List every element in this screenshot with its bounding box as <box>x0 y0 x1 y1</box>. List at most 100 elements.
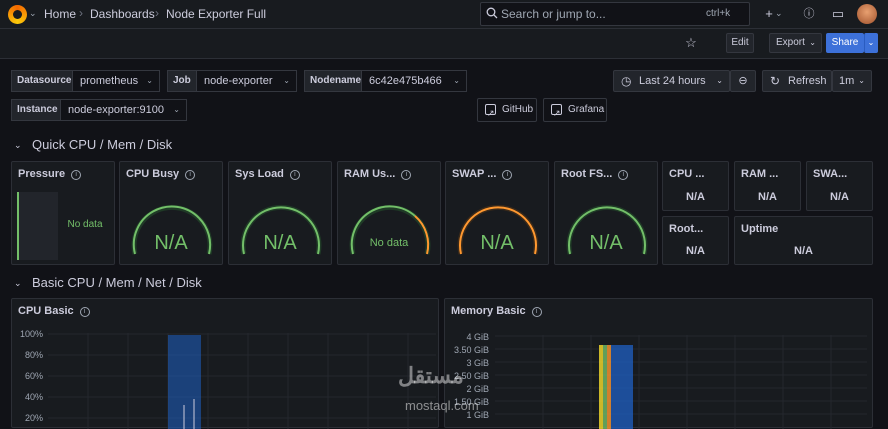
pressure-bar <box>17 192 58 260</box>
graph-series-band <box>611 345 633 429</box>
gauge-value: N/A <box>589 232 623 254</box>
help-icon[interactable]: ⓘ <box>800 5 818 23</box>
user-avatar[interactable] <box>857 4 877 24</box>
panel-sys-load[interactable]: Sys Load i N/A <box>228 161 332 265</box>
stat-value: N/A <box>686 191 705 203</box>
refresh-icon: ↻ <box>770 74 781 88</box>
panel-title-text: Root FS... <box>561 168 613 180</box>
chevron-down-icon: ⌄ <box>283 76 290 85</box>
panel-title: SWA... <box>813 168 848 180</box>
info-icon[interactable]: i <box>401 170 412 180</box>
panel-rootfs-total[interactable]: Root... N/A <box>662 216 729 265</box>
panel-uptime[interactable]: Uptime N/A <box>734 216 873 265</box>
share-button[interactable]: Share <box>826 33 864 53</box>
grafana-link[interactable]: Grafana <box>543 98 607 124</box>
watermark-text: mostaql.com <box>405 398 479 413</box>
panel-title-text: CPU Busy <box>126 168 180 180</box>
info-icon[interactable]: i <box>185 170 196 180</box>
graph-series-band <box>599 345 603 429</box>
nodename-select[interactable]: 6c42e475b466 ⌄ <box>361 70 467 92</box>
y-tick: 3.50 GiB <box>453 345 489 355</box>
news-icon[interactable]: ▭ <box>829 5 847 23</box>
search-placeholder: Search or jump to... <box>501 7 606 21</box>
chevron-down-icon[interactable]: ⌄ <box>775 8 783 19</box>
memory-basic-graph <box>495 335 867 429</box>
chevron-down-icon: ⌄ <box>453 76 460 85</box>
star-icon[interactable]: ☆ <box>682 34 700 52</box>
panel-title-text: RAM Us... <box>344 168 396 180</box>
y-tick: 4 GiB <box>466 332 489 342</box>
breadcrumb-home[interactable]: Home <box>44 7 76 21</box>
refresh-interval-value: 1m <box>839 75 855 87</box>
panel-title-text: Memory Basic <box>451 305 526 317</box>
chevron-down-icon: ⌄ <box>809 38 816 47</box>
row-collapse-icon[interactable]: ⌄ <box>14 278 22 289</box>
panel-title-text: Pressure <box>18 168 66 180</box>
cpu-basic-graph <box>48 333 436 429</box>
time-range-picker[interactable]: ◷ Last 24 hours ⌄ <box>613 70 730 92</box>
chevron-down-icon: ⌄ <box>146 76 153 85</box>
info-icon[interactable]: i <box>618 170 629 180</box>
watermark-logo-icon: مستقل <box>398 363 464 388</box>
export-button[interactable]: Export ⌄ <box>769 33 822 53</box>
breadcrumb-dashboards[interactable]: Dashboards <box>90 7 155 21</box>
grafana-logo-icon[interactable] <box>8 5 27 24</box>
info-icon[interactable]: i <box>531 307 542 317</box>
y-tick: 100% <box>19 329 43 339</box>
zoom-out-button[interactable]: ⊖ <box>730 70 756 92</box>
panel-cpu-busy[interactable]: CPU Busy i N/A <box>119 161 223 265</box>
external-link-icon <box>551 102 562 124</box>
row-title-basic[interactable]: Basic CPU / Mem / Net / Disk <box>32 275 202 290</box>
zoom-out-icon: ⊖ <box>738 75 748 87</box>
panel-memory-basic[interactable]: Memory Basic i 4 GiB 3.50 GiB 3 GiB 2.50 … <box>444 298 873 429</box>
refresh-button[interactable]: ↻ Refresh <box>762 70 832 92</box>
panel-title: CPU Busy i <box>126 168 196 180</box>
row-title-quick[interactable]: Quick CPU / Mem / Disk <box>32 137 172 152</box>
panel-title: SWAP ... i <box>452 168 513 180</box>
info-icon[interactable]: i <box>79 307 90 317</box>
panel-swap-used[interactable]: SWAP ... i N/A <box>445 161 549 265</box>
refresh-interval-select[interactable]: 1m ⌄ <box>832 70 872 92</box>
edit-button[interactable]: Edit <box>726 33 754 53</box>
instance-label: Instance <box>11 99 61 121</box>
search-input[interactable]: Search or jump to... ctrl+k <box>480 2 750 26</box>
github-link[interactable]: GitHub <box>477 98 537 124</box>
info-icon[interactable]: i <box>71 170 82 180</box>
export-label: Export <box>776 37 805 48</box>
panel-title-text: Sys Load <box>235 168 284 180</box>
clock-icon: ◷ <box>621 74 632 88</box>
job-select[interactable]: node-exporter ⌄ <box>196 70 297 92</box>
github-label: GitHub <box>502 104 534 115</box>
chevron-down-icon: ⌄ <box>173 105 180 114</box>
panel-cpu-basic[interactable]: CPU Basic i 100% 80% 60% 40% 20% <box>11 298 439 429</box>
datasource-label: Datasource <box>11 70 73 92</box>
stat-value: N/A <box>686 245 705 257</box>
gauge-value: N/A <box>154 232 188 254</box>
chevron-down-icon: ⌄ <box>858 76 865 85</box>
breadcrumb-separator-icon: › <box>155 6 159 20</box>
search-icon <box>486 7 498 19</box>
breadcrumb-current: Node Exporter Full <box>166 7 267 21</box>
panel-cpu-cores[interactable]: CPU ... N/A <box>662 161 729 211</box>
nodename-value: 6c42e475b466 <box>369 75 442 87</box>
panel-ram-used[interactable]: RAM Us... i No data <box>337 161 441 265</box>
chevron-down-icon[interactable]: ⌄ <box>29 8 37 19</box>
share-dropdown-button[interactable]: ⌄ <box>864 33 878 53</box>
datasource-select[interactable]: prometheus ⌄ <box>72 70 160 92</box>
info-icon[interactable]: i <box>289 170 300 180</box>
refresh-label: Refresh <box>788 75 827 87</box>
nodename-label: Nodename <box>304 70 362 92</box>
info-icon[interactable]: i <box>502 170 513 180</box>
panel-title: Uptime <box>741 223 779 235</box>
panel-root-fs[interactable]: Root FS... i N/A <box>554 161 658 265</box>
panel-pressure[interactable]: Pressure i No data <box>11 161 115 265</box>
instance-select[interactable]: node-exporter:9100 ⌄ <box>60 99 187 121</box>
panel-ram-total[interactable]: RAM ... N/A <box>734 161 801 211</box>
y-tick: 80% <box>24 350 43 360</box>
row-collapse-icon[interactable]: ⌄ <box>14 140 22 151</box>
grafana-label: Grafana <box>568 104 605 115</box>
gauge-value: N/A <box>480 232 514 254</box>
panel-swap-total[interactable]: SWA... N/A <box>806 161 873 211</box>
instance-value: node-exporter:9100 <box>68 104 165 116</box>
stat-value: N/A <box>794 245 813 257</box>
